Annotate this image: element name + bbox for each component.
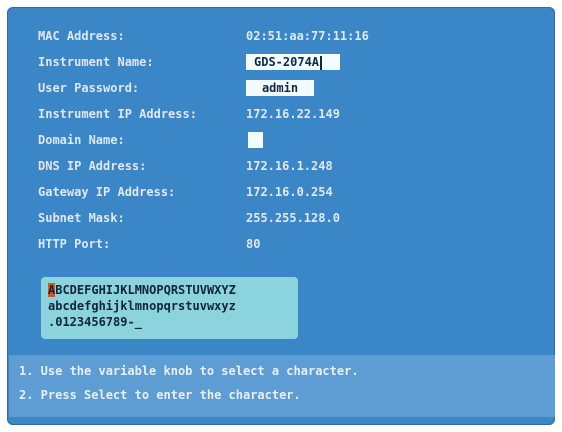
keyboard-lowercase-row[interactable]: abcdefghijklmnopqrstuvwxyz (48, 299, 236, 314)
gateway-ip-label: Gateway IP Address: (38, 185, 176, 199)
keyboard-digits-row[interactable]: .0123456789-_ (48, 315, 142, 330)
screen: MAC Address: 02:51:aa:77:11:16 Instrumen… (0, 0, 562, 432)
instrument-name-field[interactable]: GDS-2074A (246, 54, 340, 70)
instruction-step-2: 2. Press Select to enter the character. (19, 388, 301, 402)
mac-address-value: 02:51:aa:77:11:16 (246, 29, 369, 43)
instrument-name-value: GDS-2074A (254, 55, 320, 69)
user-password-value: admin (261, 81, 299, 95)
http-port-label: HTTP Port: (38, 237, 111, 251)
instruction-step-1: 1. Use the variable knob to select a cha… (19, 364, 359, 378)
instrument-ip-label: Instrument IP Address: (38, 107, 197, 121)
instrument-ip-value[interactable]: 172.16.22.149 (246, 104, 340, 124)
subnet-mask-value[interactable]: 255.255.128.0 (246, 208, 340, 228)
domain-name-label: Domain Name: (38, 133, 125, 147)
user-password-field[interactable]: admin (246, 80, 314, 96)
domain-name-field[interactable] (248, 132, 263, 148)
instrument-name-label: Instrument Name: (38, 55, 154, 69)
text-cursor (320, 55, 323, 70)
gateway-ip-value[interactable]: 172.16.0.254 (246, 182, 333, 202)
instructions-bar: 1. Use the variable knob to select a cha… (9, 355, 555, 417)
user-password-label: User Password: (38, 81, 140, 95)
keyboard-uppercase-row[interactable]: ABCDEFGHIJKLMNOPQRSTUVWXYZ (48, 283, 236, 298)
dns-ip-value[interactable]: 172.16.1.248 (246, 156, 333, 176)
uppercase-characters[interactable]: BCDEFGHIJKLMNOPQRSTUVWXYZ (55, 283, 236, 297)
http-port-value[interactable]: 80 (246, 234, 260, 254)
mac-address-label: MAC Address: (38, 29, 125, 43)
subnet-mask-label: Subnet Mask: (38, 211, 125, 225)
character-keyboard[interactable]: ABCDEFGHIJKLMNOPQRSTUVWXYZ abcdefghijklm… (41, 277, 298, 339)
dns-ip-label: DNS IP Address: (38, 159, 147, 173)
